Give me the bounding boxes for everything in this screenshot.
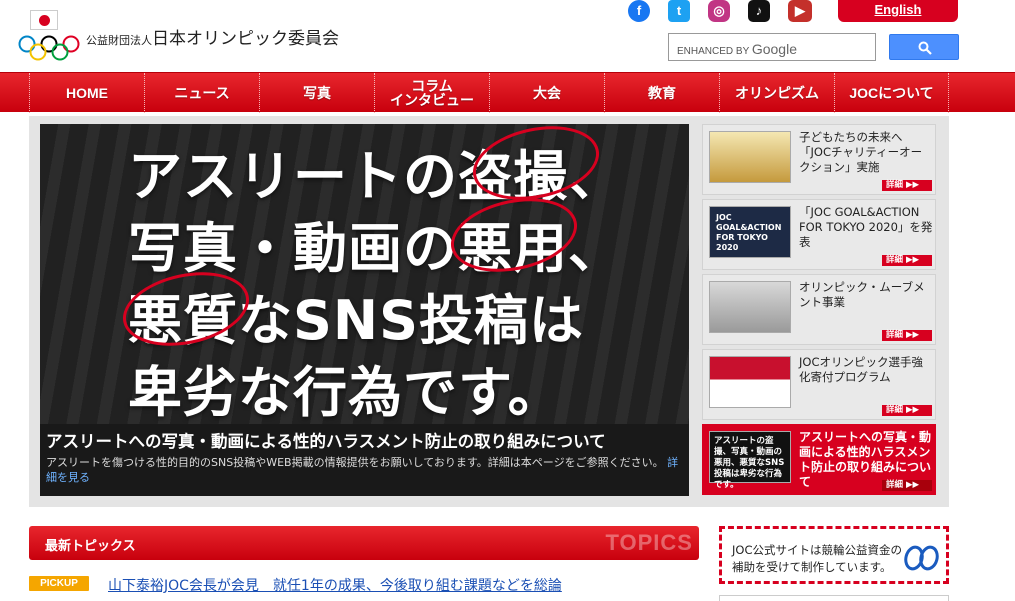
detail-button[interactable]: 詳細 ▶▶ xyxy=(882,405,932,416)
keirin-text: JOC公式サイトは競輪公益資金の 補助を受けて制作しています。 xyxy=(732,542,902,576)
org-prefix: 公益財団法人 xyxy=(86,34,152,47)
feature-item[interactable]: JOCオリンピック選手強化寄付プログラム 詳細 ▶▶ xyxy=(702,349,936,420)
feature-thumbnail xyxy=(709,356,791,408)
topics-watermark: TOPICS xyxy=(605,530,693,555)
nav-item-olympism[interactable]: オリンピズム xyxy=(719,73,834,113)
nav-item-photos[interactable]: 写真 xyxy=(259,73,374,113)
feature-item[interactable]: オリンピック・ムーブメント事業 詳細 ▶▶ xyxy=(702,274,936,345)
topics-title: 最新トピックス xyxy=(45,539,136,554)
nav-item-education[interactable]: 教育 xyxy=(604,73,719,113)
next-banner-edge xyxy=(719,595,949,601)
olympic-rings-icon xyxy=(18,35,80,61)
org-title: 日本オリンピック委員会 xyxy=(152,29,339,49)
keirin-logo-icon xyxy=(904,545,939,571)
feature-item[interactable]: 子どもたちの未来へ「JOCチャリティーオークション」実施 詳細 ▶▶ xyxy=(702,124,936,195)
detail-button[interactable]: 詳細 ▶▶ xyxy=(882,180,932,191)
joc-logo[interactable] xyxy=(18,10,80,62)
nav-item-games[interactable]: 大会 xyxy=(489,73,604,113)
japan-flag-icon xyxy=(30,10,58,30)
feature-title: JOCオリンピック選手強化寄付プログラム xyxy=(799,355,923,384)
site-search: ENHANCED BY Google xyxy=(668,33,959,61)
nav-item-home[interactable]: HOME xyxy=(29,73,144,113)
nav-item-column-interview[interactable]: コラム インタビュー xyxy=(374,73,489,113)
hero-line-4: 卑劣な行為です。 xyxy=(128,361,563,424)
detail-button[interactable]: 詳細 ▶▶ xyxy=(882,480,932,491)
feature-list: 子どもたちの未来へ「JOCチャリティーオークション」実施 詳細 ▶▶ JOC G… xyxy=(702,124,936,499)
feature-title: 子どもたちの未来へ「JOCチャリティーオークション」実施 xyxy=(799,130,923,174)
keirin-line-2: 補助を受けて制作しています。 xyxy=(732,560,892,574)
instagram-icon[interactable]: ◎ xyxy=(708,0,730,22)
twitter-icon[interactable]: t xyxy=(668,0,690,22)
detail-button[interactable]: 詳細 ▶▶ xyxy=(882,330,932,341)
feature-thumbnail xyxy=(709,281,791,333)
feature-title: 「JOC GOAL&ACTION FOR TOKYO 2020」を発表 xyxy=(799,205,933,249)
search-input[interactable]: ENHANCED BY Google xyxy=(668,33,876,61)
hero-caption-body: アスリートを傷つける性的目的のSNS投稿やWEB掲載の情報提供をお願いしておりま… xyxy=(46,455,683,485)
keirin-banner[interactable]: JOC公式サイトは競輪公益資金の 補助を受けて制作しています。 xyxy=(719,526,949,584)
youtube-icon[interactable]: ▶ xyxy=(788,0,812,22)
search-placeholder-brand: Google xyxy=(751,41,797,57)
hero-caption-text: アスリートを傷つける性的目的のSNS投稿やWEB掲載の情報提供をお願いしておりま… xyxy=(46,456,664,469)
english-button[interactable]: English xyxy=(838,0,958,22)
hero-caption-title[interactable]: アスリートへの写真・動画による性的ハラスメント防止の取り組みについて xyxy=(46,428,683,452)
hero-banner[interactable]: アスリートの盗撮、 写真・動画の悪用、 悪質なSNS投稿は 卑劣な行為です。 ア… xyxy=(40,124,689,496)
search-placeholder-prefix: ENHANCED BY xyxy=(677,46,750,57)
pickup-news-link[interactable]: 山下泰裕JOC会長が会見 就任1年の成果、今後取り組む課題などを総論 xyxy=(108,575,562,595)
tiktok-icon[interactable]: ♪ xyxy=(748,0,770,22)
nav-item-about-joc[interactable]: JOCについて xyxy=(834,73,949,113)
feature-thumbnail: アスリートの盗撮、写真・動画の悪用、悪質なSNS投稿は卑劣な行為です。 xyxy=(709,431,791,490)
keirin-line-1: JOC公式サイトは競輪公益資金の xyxy=(732,543,902,557)
detail-button[interactable]: 詳細 ▶▶ xyxy=(882,255,932,266)
feature-thumbnail xyxy=(709,131,791,183)
social-links: f t ◎ ♪ ▶ xyxy=(628,0,812,24)
hero-caption: アスリートへの写真・動画による性的ハラスメント防止の取り組みについて アスリート… xyxy=(40,424,689,496)
nav-item-news[interactable]: ニュース xyxy=(144,73,259,113)
feature-item[interactable]: JOC GOAL&ACTION FOR TOKYO 2020 「JOC GOAL… xyxy=(702,199,936,270)
topics-header: 最新トピックス TOPICS xyxy=(29,526,699,560)
facebook-icon[interactable]: f xyxy=(628,0,650,22)
main-nav: HOME ニュース 写真 コラム インタビュー 大会 教育 オリンピズム JOC… xyxy=(0,72,1015,113)
search-icon xyxy=(918,41,932,55)
feature-title: オリンピック・ムーブメント事業 xyxy=(799,280,925,309)
site-header: 公益財団法人日本オリンピック委員会 f t ◎ ♪ ▶ English ENHA… xyxy=(0,0,1015,72)
organization-name[interactable]: 公益財団法人日本オリンピック委員会 xyxy=(86,24,339,49)
feature-item-active[interactable]: アスリートの盗撮、写真・動画の悪用、悪質なSNS投稿は卑劣な行為です。 アスリー… xyxy=(702,424,936,495)
feature-thumbnail: JOC GOAL&ACTION FOR TOKYO 2020 xyxy=(709,206,791,258)
search-button[interactable] xyxy=(889,34,959,60)
pickup-badge: PICKUP xyxy=(29,576,89,591)
